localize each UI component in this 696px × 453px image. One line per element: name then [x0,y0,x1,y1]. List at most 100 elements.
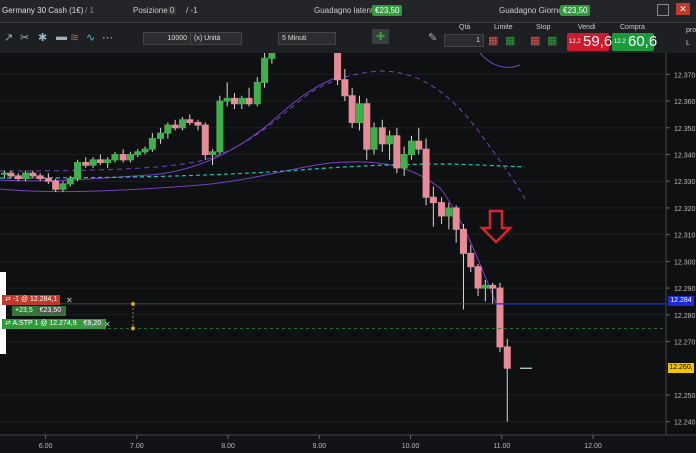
stop-order-icon[interactable]: ▦ [530,34,540,47]
candle-body [422,148,430,198]
candle-body [134,151,142,156]
candle-body [36,175,44,180]
y-tick-label: 12.270 [674,340,696,347]
candle-body [474,266,482,289]
unit-select[interactable]: (x) Unità [190,32,242,45]
buy-price: 60,6 [628,33,658,50]
candle-body [148,137,156,150]
close-position-icon[interactable]: ✕ [66,296,73,305]
y-tick-label: 12.330 [674,179,696,186]
candle-body [467,252,475,268]
cancel-stop-icon[interactable]: ✕ [104,320,111,329]
candle-body [370,127,378,150]
position-label: Posizione: [133,6,170,15]
candle-body [503,346,511,369]
short-position-tag[interactable]: ⇄ -1 @ 12.284,1 [2,295,61,305]
x-tick-label: 10.00 [402,443,420,450]
buy-button[interactable]: 12.2 60,6 [612,33,658,51]
y-tick-label: 12.250 [674,393,696,400]
close-icon[interactable]: ✕ [676,3,690,15]
quantity-input[interactable]: 10000 [143,32,191,45]
indicator-icon[interactable]: ≋ [70,31,79,44]
candle-body [7,172,15,177]
title-bar: Germany 30 Cash (1€) / 1 Posizione: 0 / … [0,0,696,23]
ticket-icon[interactable]: ✎ [428,31,437,44]
candle-body [52,180,60,190]
timeframe-select[interactable]: 5 Minuti [278,32,336,45]
pager: / 1 [85,6,94,15]
short-pnl-tag: +23,5 €23,50 [12,306,67,316]
candle-body [104,159,112,164]
candle-body [201,124,209,156]
maximize-icon[interactable] [657,4,669,16]
y-tick-label: 12.370 [674,72,696,79]
candle-body [141,148,149,153]
y-axis-area [666,53,696,435]
candle-body [119,154,127,161]
side-label-l: L [686,40,690,47]
candle-body [74,162,82,180]
draw-line-icon[interactable]: ↗ [4,31,13,44]
side-marker [0,272,6,354]
delete-icon[interactable]: ▬ [56,31,67,43]
candle-body [348,95,356,123]
more-tools-icon[interactable]: ⋯ [102,31,113,44]
candle-body [253,81,261,105]
y-tick-label: 12.290 [674,286,696,293]
latent-gain-label: Guadagno latente: [314,6,380,15]
candle-body [378,127,386,145]
buy-price-prefix: 12.2 [614,39,626,45]
candle-body [334,53,342,81]
candle-body [393,135,401,169]
x-tick-label: 8.00 [221,443,235,450]
candle-body [445,207,453,217]
candle-body [209,151,217,156]
candle-body [194,121,202,126]
settings-icon[interactable]: ✱ [38,31,47,44]
short-position-text: -1 @ 12.284,1 [12,296,58,303]
sell-button[interactable]: 12.2 59,6 [567,33,612,51]
y-tick-label: 12.340 [674,153,696,160]
candle-body [44,178,52,182]
plot-area [0,53,666,435]
tools-icon[interactable]: ✂ [20,31,29,44]
short-pnl: +23,5 [15,307,33,314]
candle-body [59,183,67,190]
short-pnl-eur: €23,50 [37,307,64,314]
candle-body [22,172,30,180]
daily-gain-value: €23,50 [560,5,591,16]
sell-label: Vendi [578,24,596,31]
candle-body [245,97,253,105]
price-chart[interactable]: 12.370 12.360 12.350 12.340 12.330 12.320 12.3… [0,53,696,453]
candle-body [186,119,194,123]
candle-body [126,154,134,161]
candle-body [82,162,90,166]
candle-body [452,207,460,230]
x-tick-label: 7.00 [130,443,144,450]
limit-order-icon[interactable]: ▦ [488,34,498,47]
x-tick-label: 12.00 [584,443,602,450]
qty-input[interactable]: 1 [444,34,484,47]
stop-order-tag[interactable]: ⇄ A:STP 1 @ 12.274,9 €9,20 [2,319,107,329]
candle-body [111,154,119,161]
wave-icon[interactable]: ∿ [86,31,95,44]
y-tick-label: 12.360 [674,99,696,106]
y-tick-label: 12.240 [674,420,696,427]
candle-body [216,100,224,153]
candle-body [230,97,238,105]
candle-body [355,103,363,123]
candle-body [429,196,437,204]
stop-handle[interactable] [131,326,135,331]
entry-handle[interactable] [131,301,135,306]
current-price-tag: 12.260, [668,363,694,373]
add-chart-icon[interactable]: ✚ [372,29,390,44]
stop-order-icon-2[interactable]: ▦ [547,34,557,47]
candle-body [268,53,276,59]
candle-body [164,124,172,134]
candle-body [66,178,74,185]
candle-body [96,159,104,164]
stop-eur: €9,20 [81,320,104,327]
candle-body [238,97,246,105]
instrument-title: Germany 30 Cash (1€) [2,6,84,15]
limit-order-icon-2[interactable]: ▦ [505,34,515,47]
